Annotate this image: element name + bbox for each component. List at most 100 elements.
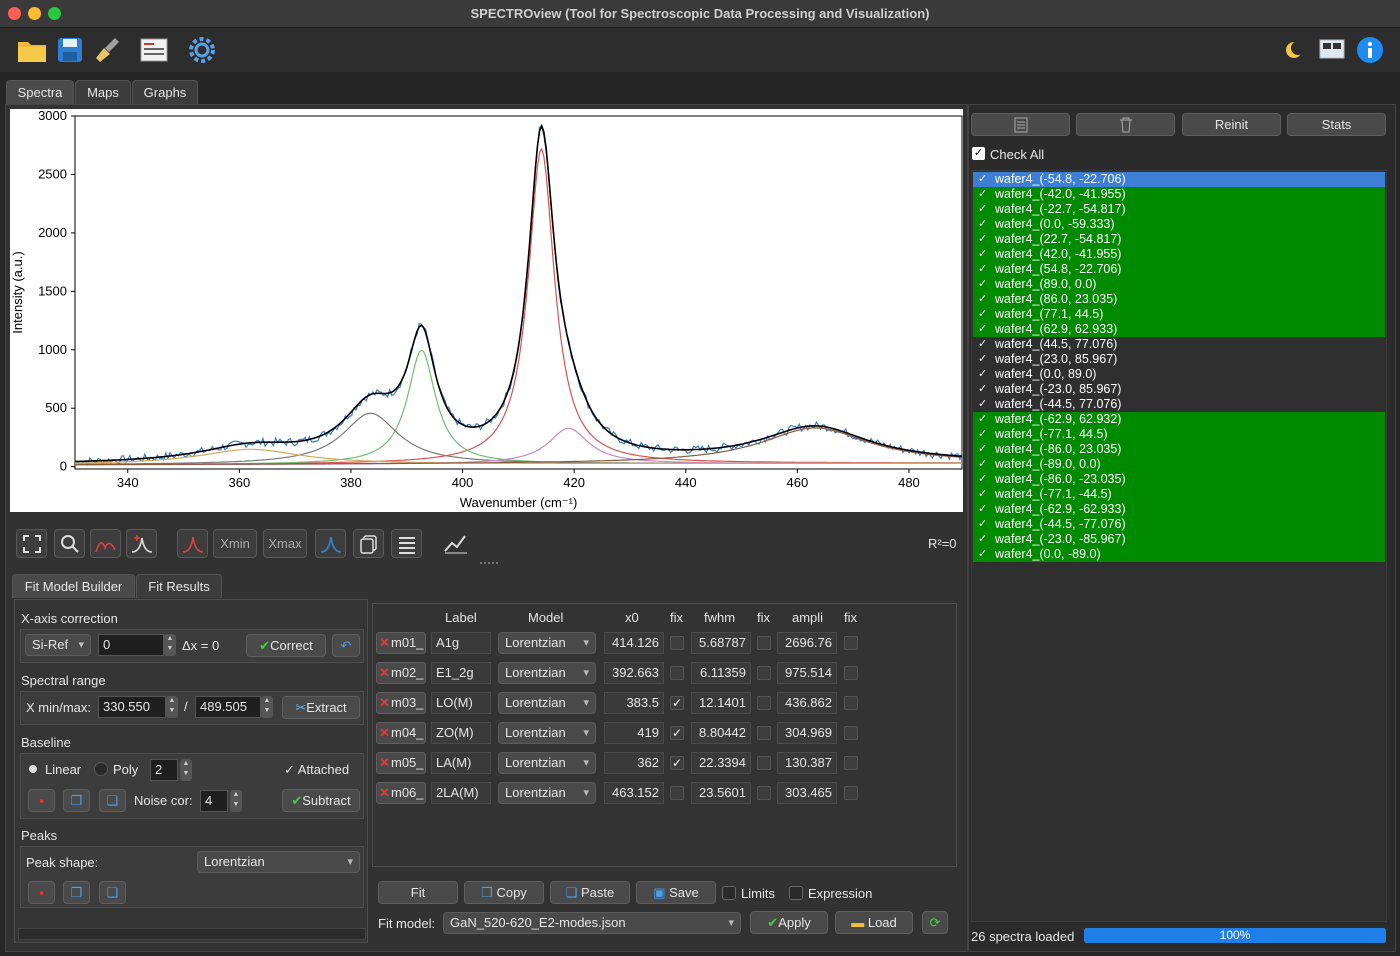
peak-x0-input[interactable]: 383.5 <box>604 692 664 714</box>
report-icon[interactable] <box>138 34 170 66</box>
spectrum-checkbox[interactable]: ✓ <box>978 187 987 202</box>
add-peak-icon[interactable] <box>126 529 157 558</box>
spectrum-list-item[interactable]: ✓ wafer4_(-44.5, -77.076) <box>973 517 1385 532</box>
ampli-fix-checkbox[interactable] <box>844 666 858 680</box>
save-icon[interactable] <box>54 34 86 66</box>
copy-figure-icon[interactable] <box>353 529 384 558</box>
peak-shape-select[interactable]: Lorentzian <box>197 851 360 873</box>
spectrum-list-item[interactable]: ✓ wafer4_(0.0, 89.0) <box>973 367 1385 382</box>
spectrum-checkbox[interactable]: ✓ <box>978 427 987 442</box>
xmax-input[interactable]: 489.505 <box>195 696 261 718</box>
peak-label-input[interactable]: LO(M) <box>431 692 491 714</box>
spectrum-list-item[interactable]: ✓ wafer4_(-23.0, 85.967) <box>973 382 1385 397</box>
spectrum-list-item[interactable]: ✓ wafer4_(-42.0, -41.955) <box>973 187 1385 202</box>
spectrum-checkbox[interactable]: ✓ <box>978 412 987 427</box>
poly-order-spinner[interactable]: ▲ ▼ <box>180 759 192 781</box>
spectrum-list-item[interactable]: ✓ wafer4_(-44.5, 77.076) <box>973 397 1385 412</box>
peak-label-input[interactable]: 2LA(M) <box>431 782 491 804</box>
spectrum-checkbox[interactable]: ✓ <box>978 202 987 217</box>
xmax-spinner[interactable]: ▲ ▼ <box>261 696 273 718</box>
spectrum-checkbox[interactable]: ✓ <box>978 247 987 262</box>
spectrum-list-item[interactable]: ✓ wafer4_(-62.9, 62.932) <box>973 412 1385 427</box>
x0-fix-checkbox[interactable] <box>670 666 684 680</box>
peak-label-input[interactable]: E1_2g <box>431 662 491 684</box>
spectrum-checkbox[interactable]: ✓ <box>978 487 987 502</box>
spectrum-checkbox[interactable]: ✓ <box>978 172 987 187</box>
spectrum-list-item[interactable]: ✓ wafer4_(-23.0, -85.967) <box>973 532 1385 547</box>
delete-spectra-button[interactable] <box>1076 113 1175 136</box>
peak-label-input[interactable]: A1g <box>431 632 491 654</box>
delete-peak-button[interactable]: ✕ m02_ <box>376 662 426 684</box>
paste-peaks-button[interactable]: ❏ <box>99 881 126 904</box>
spectrum-checkbox[interactable]: ✓ <box>978 532 987 547</box>
refresh-models-button[interactable]: ⟳ <box>922 911 948 934</box>
spectrum-list-item[interactable]: ✓ wafer4_(42.0, -41.955) <box>973 247 1385 262</box>
spectrum-checkbox[interactable]: ✓ <box>978 502 987 517</box>
stats-button[interactable]: Stats <box>1287 113 1386 136</box>
xmin-button[interactable]: Xmin <box>213 529 257 558</box>
poly-order-input[interactable]: 2 <box>150 759 178 781</box>
zoom-fit-icon[interactable] <box>16 529 47 558</box>
noise-cor-input[interactable]: 4 <box>200 790 228 812</box>
peak-fwhm-input[interactable]: 23.5601 <box>691 782 751 804</box>
view-stats-button[interactable] <box>971 113 1070 136</box>
peak-ampli-input[interactable]: 975.514 <box>777 662 837 684</box>
theme-toggle-icon[interactable] <box>1278 34 1310 66</box>
delete-peak-button[interactable]: ✕ m05_ <box>376 752 426 774</box>
x0-fix-checkbox[interactable]: ✓ <box>670 756 684 770</box>
clear-broom-icon[interactable] <box>92 34 124 66</box>
spectrum-checkbox[interactable]: ✓ <box>978 277 987 292</box>
peak-model-icon[interactable] <box>177 529 208 558</box>
ampli-fix-checkbox[interactable] <box>844 726 858 740</box>
spectrum-checkbox[interactable]: ✓ <box>978 307 987 322</box>
apply-model-button[interactable]: ✔Apply <box>750 911 828 934</box>
subtract-button[interactable]: ✔Subtract <box>282 789 360 812</box>
delete-peak-button[interactable]: ✕ m01_ <box>376 632 426 654</box>
spectrum-list-item[interactable]: ✓ wafer4_(-86.0, -23.035) <box>973 472 1385 487</box>
peak-x0-input[interactable]: 419 <box>604 722 664 744</box>
peak-fwhm-input[interactable]: 5.68787 <box>691 632 751 654</box>
fwhm-fix-checkbox[interactable] <box>757 666 771 680</box>
peak-model-select[interactable]: Lorentzian <box>498 632 596 654</box>
view-options-icon[interactable] <box>391 529 422 558</box>
show-peaks-icon[interactable] <box>315 529 346 558</box>
ampli-fix-checkbox[interactable] <box>844 696 858 710</box>
fwhm-fix-checkbox[interactable] <box>757 636 771 650</box>
undo-correction-button[interactable]: ↶ <box>332 634 360 657</box>
tab-graphs[interactable]: Graphs <box>132 80 198 104</box>
delete-peak-button[interactable]: ✕ m04_ <box>376 722 426 744</box>
attached-checkbox[interactable]: ✓ Attached <box>284 762 349 778</box>
zoom-icon[interactable] <box>54 529 85 558</box>
tab-maps[interactable]: Maps <box>75 80 131 104</box>
peak-fwhm-input[interactable]: 8.80442 <box>691 722 751 744</box>
spectrum-list-item[interactable]: ✓ wafer4_(-22.7, -54.817) <box>973 202 1385 217</box>
xcorr-value-input[interactable]: 0 <box>98 634 164 656</box>
x0-fix-checkbox[interactable] <box>670 636 684 650</box>
x0-fix-checkbox[interactable]: ✓ <box>670 696 684 710</box>
xmin-spinner[interactable]: ▲ ▼ <box>166 696 178 718</box>
spectrum-list-item[interactable]: ✓ wafer4_(-89.0, 0.0) <box>973 457 1385 472</box>
spectrum-checkbox[interactable]: ✓ <box>978 472 987 487</box>
spectrum-checkbox[interactable]: ✓ <box>978 517 987 532</box>
peak-ampli-input[interactable]: 2696.76 <box>777 632 837 654</box>
extract-button[interactable]: ✂Extract <box>282 696 360 719</box>
peak-fwhm-input[interactable]: 12.1401 <box>691 692 751 714</box>
peak-ampli-input[interactable]: 130.387 <box>777 752 837 774</box>
peak-ampli-input[interactable]: 303.465 <box>777 782 837 804</box>
spectrum-plot[interactable]: 340 360 380 400 420 440 460 480 0 500 1000 1500 2000… <box>10 108 963 512</box>
expression-checkbox[interactable] <box>789 886 803 900</box>
delete-peak-button[interactable]: ✕ m06_ <box>376 782 426 804</box>
spectrum-list-item[interactable]: ✓ wafer4_(89.0, 0.0) <box>973 277 1385 292</box>
spectrum-checkbox[interactable]: ✓ <box>978 457 987 472</box>
spectrum-checkbox[interactable]: ✓ <box>978 382 987 397</box>
open-folder-icon[interactable] <box>16 34 48 66</box>
about-screen-icon[interactable] <box>1316 34 1348 66</box>
spectrum-list-item[interactable]: ✓ wafer4_(86.0, 23.035) <box>973 292 1385 307</box>
spectrum-list-item[interactable]: ✓ wafer4_(-54.8, -22.706) <box>973 172 1385 187</box>
fwhm-fix-checkbox[interactable] <box>757 786 771 800</box>
peak-label-input[interactable]: ZO(M) <box>431 722 491 744</box>
xmin-input[interactable]: 330.550 <box>98 696 166 718</box>
spectrum-list-item[interactable]: ✓ wafer4_(0.0, -59.333) <box>973 217 1385 232</box>
poly-radio[interactable] <box>94 762 108 776</box>
save-model-button[interactable]: ▣ Save <box>636 881 716 904</box>
